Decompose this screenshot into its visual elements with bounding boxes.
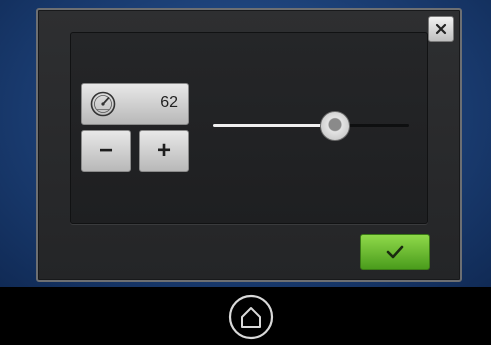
home-button[interactable] (226, 294, 276, 340)
decrease-button[interactable]: − (81, 130, 131, 172)
close-button[interactable] (428, 16, 454, 42)
speed-display: 62 (81, 83, 189, 125)
close-icon (435, 23, 447, 35)
confirm-button[interactable] (360, 234, 430, 270)
speed-value: 62 (160, 94, 178, 111)
home-icon (228, 294, 274, 340)
increase-button[interactable]: + (139, 130, 189, 172)
speedometer-icon (90, 91, 116, 117)
plus-icon: + (156, 137, 171, 164)
control-panel: 62 − + (70, 32, 428, 224)
slider-track-filled (213, 124, 335, 127)
minus-icon: − (98, 137, 113, 164)
slider-thumb[interactable] (320, 111, 350, 141)
speed-dialog: 62 − + (36, 8, 462, 282)
speed-slider[interactable] (213, 111, 409, 141)
checkmark-icon (386, 245, 404, 259)
